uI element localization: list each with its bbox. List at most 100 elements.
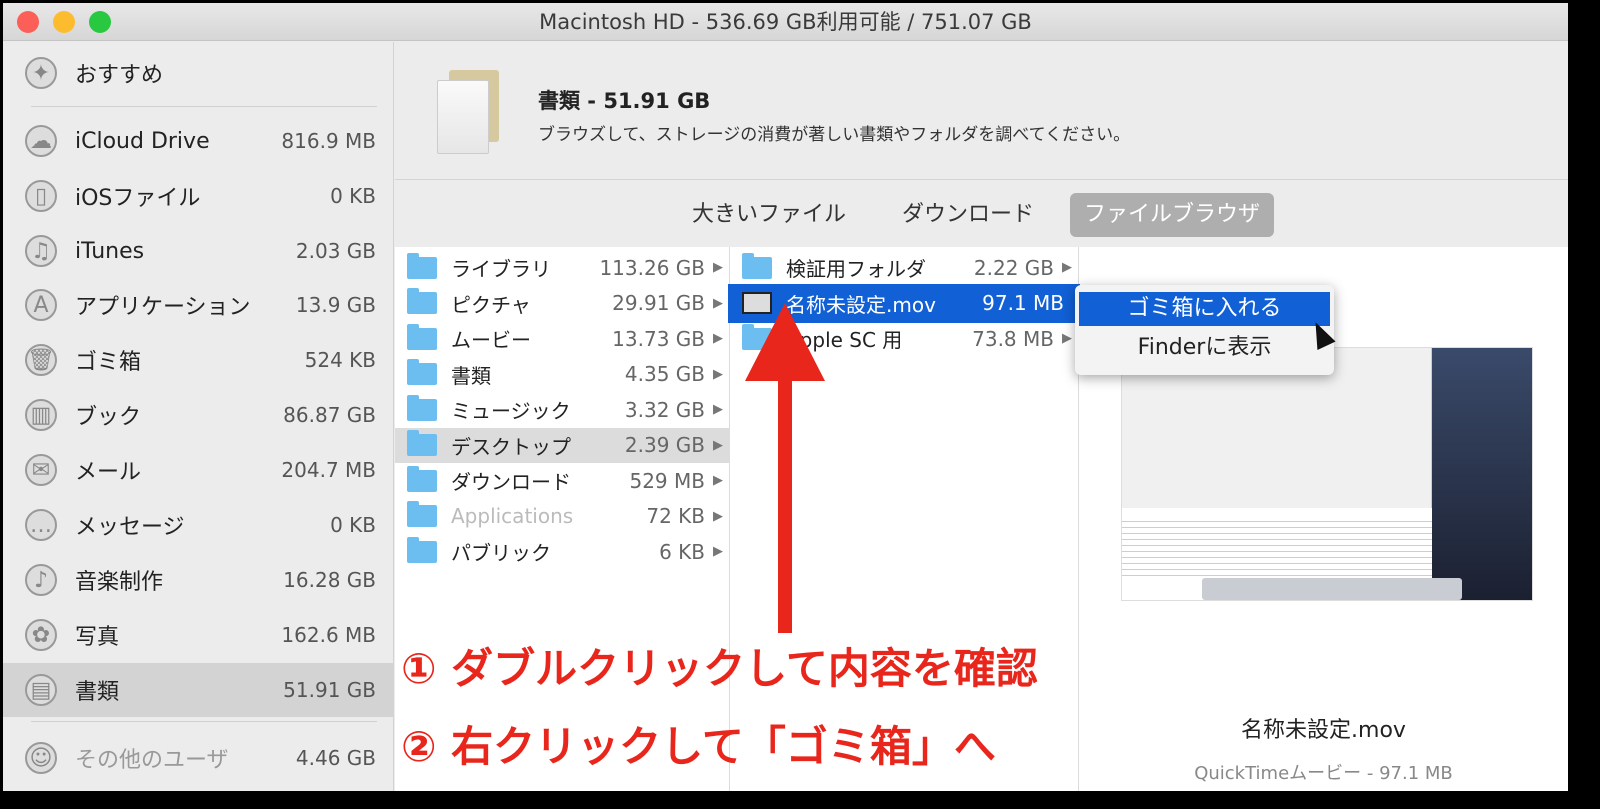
folder-icon <box>407 394 437 421</box>
book-icon: ▥ <box>25 399 57 431</box>
divider <box>31 106 377 107</box>
disclosure-arrow-icon: ▶ <box>713 295 723 311</box>
file-row[interactable]: 書類 4.35 GB ▶ <box>395 357 729 392</box>
title-bar: Macintosh HD - 536.69 GB利用可能 / 751.07 GB <box>3 3 1568 41</box>
sidebar-item-label: メール <box>75 460 142 485</box>
folder-icon <box>407 465 437 492</box>
sidebar-item-size: 16.28 GB <box>283 568 376 592</box>
sidebar-item-label: アプリケーション <box>75 295 251 320</box>
disclosure-arrow-icon: ▶ <box>713 437 723 453</box>
file-name: パブリック <box>451 541 551 565</box>
file-browser: ライブラリ 113.26 GB ▶ ピクチャ 29.91 GB ▶ ムービー 13.73 GB… <box>395 247 1568 791</box>
file-size: 13.73 GB <box>612 326 705 351</box>
sidebar-item[interactable]: ✉ メール 204.7 MB <box>3 443 394 497</box>
sidebar-item-size: 162.6 MB <box>281 623 376 647</box>
messages-icon: … <box>25 509 57 541</box>
sidebar-item[interactable]: ▤ 書類 51.91 GB <box>3 663 394 717</box>
file-size: 6 KB <box>659 539 705 564</box>
folder-icon <box>407 501 437 527</box>
sidebar-item-label: iOSファイル <box>75 186 201 211</box>
sidebar-item[interactable]: ♪ 音楽制作 16.28 GB <box>3 553 394 607</box>
tab-downloads[interactable]: ダウンロード <box>888 193 1048 237</box>
file-row[interactable]: ライブラリ 113.26 GB ▶ <box>395 250 729 285</box>
minimize-button[interactable] <box>53 11 75 33</box>
sidebar-item[interactable]: ☁ iCloud Drive 816.9 MB <box>3 114 394 168</box>
folder-icon <box>407 323 437 350</box>
sidebar-item[interactable]: ♫ iTunes 2.03 GB <box>3 224 394 278</box>
file-size: 2.39 GB <box>624 433 705 457</box>
photos-icon: ✿ <box>25 619 57 651</box>
sidebar-item-size: 51.91 GB <box>283 678 376 702</box>
mail-icon: ✉ <box>25 454 57 486</box>
sidebar-item-label: その他のユーザ <box>75 748 229 773</box>
file-row[interactable]: 検証用フォルダ 2.22 GB ▶ <box>730 250 1078 285</box>
sidebar-item-size: 13.9 GB <box>295 293 376 317</box>
sidebar-item[interactable]: ▯ iOSファイル 0 KB <box>3 169 394 223</box>
file-name: ダウンロード <box>451 470 571 494</box>
file-name: ライブラリ <box>451 257 551 281</box>
menu-item-show-in-finder[interactable]: Finderに表示 <box>1079 331 1330 365</box>
file-row[interactable]: ピクチャ 29.91 GB ▶ <box>395 286 729 321</box>
file-row[interactable]: ダウンロード 529 MB ▶ <box>395 463 729 498</box>
disclosure-arrow-icon: ▶ <box>713 508 723 524</box>
sidebar-item-label: おすすめ <box>75 63 164 88</box>
sidebar-item-size: 4.46 GB <box>295 746 376 770</box>
disclosure-arrow-icon: ▶ <box>1062 260 1072 275</box>
preview-filename: 名称未設定.mov <box>1241 718 1406 743</box>
sidebar-item-label: 書類 <box>75 680 120 705</box>
file-size: 29.91 GB <box>612 291 705 315</box>
sidebar-item[interactable]: A アプリケーション 13.9 GB <box>3 278 394 332</box>
disclosure-arrow-icon: ▶ <box>713 366 723 382</box>
folder-icon <box>407 430 437 456</box>
category-description: ブラウズして、ストレージの消費が著しい書類やフォルダを調べてください。 <box>538 125 1131 145</box>
window-title: Macintosh HD - 536.69 GB利用可能 / 751.07 GB <box>539 10 1032 34</box>
file-size: 2.22 GB <box>973 255 1054 280</box>
folder-icon <box>407 359 437 385</box>
disclosure-arrow-icon: ▶ <box>713 544 723 559</box>
file-size: 3.32 GB <box>624 397 705 422</box>
sidebar-item-label: 写真 <box>75 625 120 650</box>
file-row[interactable]: ミュージック 3.32 GB ▶ <box>395 392 729 427</box>
sidebar-item[interactable]: ✿ 写真 162.6 MB <box>3 608 394 662</box>
file-size: 73.8 MB <box>972 326 1054 351</box>
sidebar: ✦ おすすめ ☁ iCloud Drive 816.9 MB ▯ iOSファイル 0 KB ♫ i… <box>3 42 394 791</box>
users-icon: ☺ <box>25 742 57 774</box>
app-store-icon: A <box>25 289 57 321</box>
file-row[interactable]: Applications 72 KB ▶ <box>395 499 729 534</box>
tab-large-files[interactable]: 大きいファイル <box>678 193 860 237</box>
trash-icon: 🗑 <box>25 344 57 376</box>
sidebar-item[interactable]: 🗑 ゴミ箱 524 KB <box>3 333 394 387</box>
folder-icon <box>407 252 437 279</box>
file-name: デスクトップ <box>451 434 571 459</box>
sidebar-item-size: 0 KB <box>330 513 376 537</box>
annotation-step-1: ① ダブルクリックして内容を確認 <box>401 644 1038 693</box>
file-row[interactable]: ムービー 13.73 GB ▶ <box>395 321 729 356</box>
sidebar-item[interactable]: ☺ その他のユーザ 4.46 GB <box>3 731 394 785</box>
sidebar-item-size: 0 KB <box>330 184 376 208</box>
disclosure-arrow-icon: ▶ <box>713 331 723 346</box>
folder-icon <box>407 536 437 563</box>
sidebar-item[interactable]: ✦ おすすめ <box>3 46 394 100</box>
cloud-icon: ☁ <box>25 125 57 157</box>
sidebar-item-size: 86.87 GB <box>283 403 376 427</box>
context-menu: ゴミ箱に入れる Finderに表示 <box>1075 285 1334 375</box>
category-header: 書類 - 51.91 GB ブラウズして、ストレージの消費が著しい書類やフォルダ… <box>395 42 1568 180</box>
sidebar-item[interactable]: … メッセージ 0 KB <box>3 498 394 552</box>
tab-file-browser[interactable]: ファイルブラウザ <box>1070 193 1275 237</box>
close-button[interactable] <box>17 11 39 33</box>
documents-icon: ▤ <box>25 674 57 706</box>
annotation-step-2: ② 右クリックして「ゴミ箱」へ <box>401 722 996 771</box>
sidebar-item-size: 2.03 GB <box>295 239 376 263</box>
disclosure-arrow-icon: ▶ <box>1062 331 1072 346</box>
disclosure-arrow-icon: ▶ <box>713 402 723 417</box>
file-row[interactable]: デスクトップ 2.39 GB ▶ <box>395 427 729 463</box>
file-size: 529 MB <box>629 468 705 493</box>
zoom-button[interactable] <box>89 11 111 33</box>
file-size: 4.35 GB <box>624 362 705 386</box>
sidebar-item-label: ブック <box>75 405 142 430</box>
sidebar-item-size: 816.9 MB <box>281 129 376 153</box>
guitar-icon: ♪ <box>25 564 57 596</box>
sidebar-item[interactable]: ▥ ブック 86.87 GB <box>3 388 394 442</box>
menu-item-move-to-trash[interactable]: ゴミ箱に入れる <box>1079 292 1330 326</box>
file-row[interactable]: パブリック 6 KB ▶ <box>395 534 729 569</box>
